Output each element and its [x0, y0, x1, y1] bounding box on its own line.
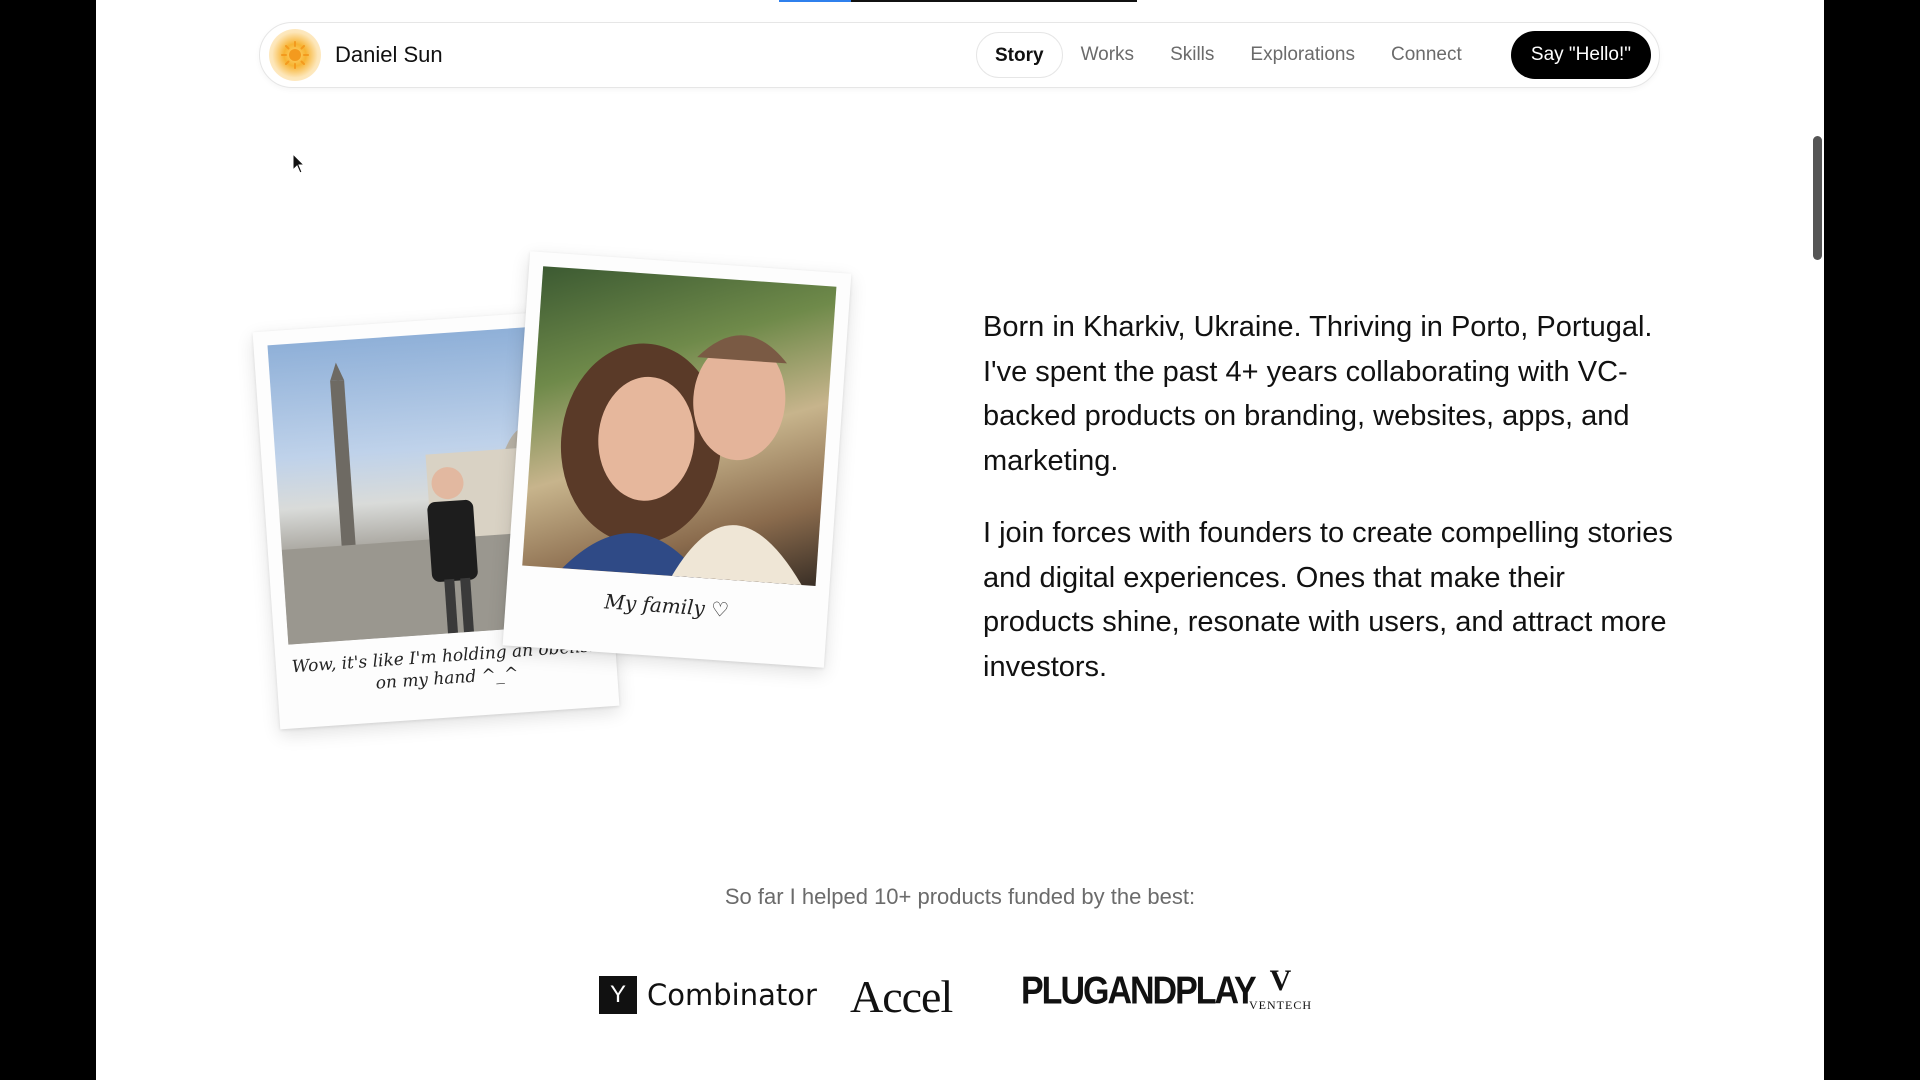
family-photo: [522, 266, 837, 586]
nav-connect[interactable]: Connect: [1373, 32, 1480, 78]
ventech-mark: V: [1269, 964, 1292, 997]
nav-skills[interactable]: Skills: [1152, 32, 1232, 78]
say-hello-button[interactable]: Say "Hello!": [1510, 31, 1651, 79]
y-combinator-logo: Y Combinator: [599, 976, 817, 1014]
mouse-cursor-icon: [292, 153, 306, 174]
plug-and-play-logo: PLUGANDPLAY: [1021, 969, 1257, 1013]
yc-mark: Y: [599, 976, 637, 1014]
brand-name: Daniel Sun: [335, 42, 443, 67]
page: Daniel Sun Story Works Skills Exploratio…: [96, 0, 1824, 1080]
investor-logos: Y Combinator Accel PLUGANDPLAY V VENTECH: [96, 966, 1824, 1030]
story-paragraph-2: I join forces with founders to create co…: [983, 517, 1673, 683]
story-paragraph-1: Born in Kharkiv, Ukraine. Thriving in Po…: [983, 311, 1653, 477]
story-text: Born in Kharkiv, Ukraine. Thriving in Po…: [983, 305, 1673, 689]
nav-explorations[interactable]: Explorations: [1232, 32, 1373, 78]
brand[interactable]: Daniel Sun: [269, 29, 443, 81]
navbar: Daniel Sun Story Works Skills Exploratio…: [259, 22, 1660, 88]
nav-links: Story Works Skills Explorations Connect: [976, 32, 1480, 78]
nav-story[interactable]: Story: [976, 32, 1063, 78]
sun-icon: [269, 29, 321, 81]
scroll-progress-fill: [779, 0, 851, 2]
funded-heading: So far I helped 10+ products funded by t…: [724, 884, 1196, 909]
ventech-text: VENTECH: [1249, 998, 1312, 1012]
polaroid-family: My family ♡: [502, 251, 852, 668]
yc-text: Combinator: [647, 978, 817, 1012]
scrollbar-thumb[interactable]: [1813, 136, 1822, 260]
scroll-progress-bar: [779, 0, 1137, 2]
ventech-logo: V VENTECH: [1249, 966, 1312, 1013]
nav-works[interactable]: Works: [1063, 32, 1152, 78]
accel-logo: Accel: [850, 971, 953, 1022]
